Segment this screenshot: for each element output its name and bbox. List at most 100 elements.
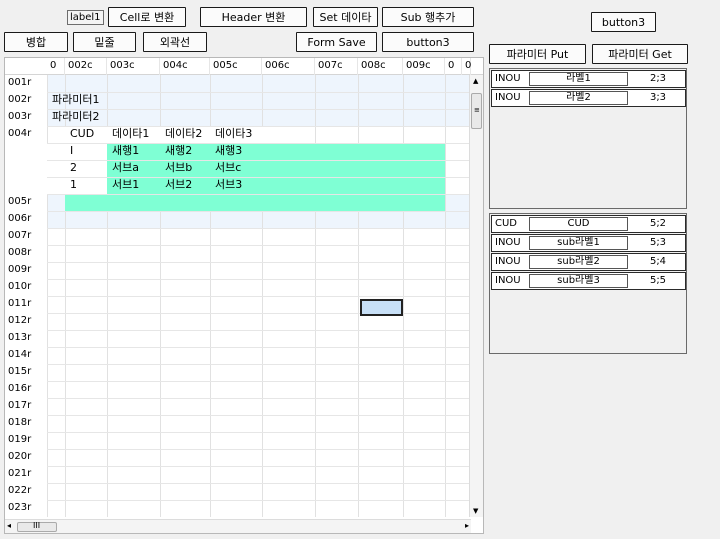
panel-row-key: CUD [495,218,518,229]
param-cell[interactable]: 파라미터1 [49,92,99,109]
panel-row[interactable]: INOU sub라벨2 5;4 [491,253,686,271]
row-header[interactable]: 001r [5,75,47,92]
sub-cell[interactable]: 서브c [212,160,241,177]
row-header[interactable]: 020r [5,449,47,466]
row-header[interactable]: 005r [5,194,47,211]
row-header[interactable]: 010r [5,279,47,296]
param-get-button[interactable]: 파라미터 Get [592,44,688,64]
panel-row-name[interactable]: sub라벨3 [529,274,628,288]
label1: label1 [67,10,104,25]
sub-cell[interactable]: 2 [67,160,77,177]
sub-cell[interactable]: I [67,143,73,160]
col-header[interactable]: 0 [445,58,462,75]
row-header[interactable]: 008r [5,245,47,262]
form-save-button[interactable]: Form Save [296,32,377,52]
grid-line [47,449,471,450]
panel-row-key: INOU [495,256,521,267]
sub-cell[interactable]: 서브b [162,160,192,177]
horizontal-scroll-thumb[interactable]: III [17,521,57,532]
sub-cell[interactable]: 새행1 [109,143,139,160]
col-header[interactable]: 007c [315,58,358,75]
panel-row-name[interactable]: 라벨2 [529,91,628,105]
row-header[interactable]: 015r [5,364,47,381]
cell-convert-button[interactable]: Cell로 변환 [108,7,186,27]
col-header[interactable]: 004c [160,58,210,75]
underline-button[interactable]: 밑줄 [73,32,136,52]
row-header[interactable]: 019r [5,432,47,449]
button3-mid[interactable]: button3 [382,32,474,52]
panel-row-value: 5;5 [649,275,667,286]
sub-cell[interactable]: 1 [67,177,77,194]
panel-row-name[interactable]: 라벨1 [529,72,628,86]
scroll-right-arrow-icon[interactable]: ▸ [465,521,469,530]
row-header[interactable]: 007r [5,228,47,245]
button3-top[interactable]: button3 [591,12,656,32]
selected-cell[interactable] [360,299,403,316]
row-header[interactable]: 009r [5,262,47,279]
grid-line [47,228,471,229]
set-data-button[interactable]: Set 데이타 [313,7,378,27]
col-header[interactable]: 0 [462,58,471,75]
panel-row-key: INOU [495,73,521,84]
col-header[interactable]: 006c [262,58,315,75]
col-header[interactable]: 002c [65,58,107,75]
grip-label: III [33,521,41,530]
row-header[interactable]: 017r [5,398,47,415]
panel-row[interactable]: INOU sub라벨1 5;3 [491,234,686,252]
sub-cell[interactable]: 서브2 [162,177,192,194]
row-header[interactable]: 013r [5,330,47,347]
sub-header-cell[interactable]: 데이타2 [162,126,202,143]
grid-line [47,398,471,399]
row-header[interactable]: 023r [5,500,47,517]
col-header[interactable]: 005c [210,58,262,75]
vertical-scroll-thumb[interactable]: ≡ [471,93,482,129]
row-header[interactable]: 006r [5,211,47,228]
panel-row[interactable]: INOU sub라벨3 5;5 [491,272,686,290]
col-header[interactable]: 008c [358,58,403,75]
panel-row-name[interactable]: CUD [529,217,628,231]
sub-grid-gutter [47,143,107,194]
sub-header-cell[interactable]: 데이타1 [109,126,149,143]
row-header[interactable]: 018r [5,415,47,432]
panel-row[interactable]: INOU 라벨1 2;3 [491,70,686,88]
panel-row-value: 3;3 [649,92,667,103]
row-header[interactable]: 021r [5,466,47,483]
sub-cell[interactable]: 서브a [109,160,139,177]
row-header[interactable]: 011r [5,296,47,313]
grid-line [47,313,471,314]
scroll-left-arrow-icon[interactable]: ◂ [7,521,11,530]
row-header[interactable]: 012r [5,313,47,330]
merge-button[interactable]: 병합 [4,32,68,52]
row-header[interactable]: 002r [5,92,47,109]
panel-row-name[interactable]: sub라벨2 [529,255,628,269]
sub-header-cell[interactable]: 데이타3 [212,126,252,143]
row-header[interactable]: 022r [5,483,47,500]
param-put-button[interactable]: 파라미터 Put [489,44,586,64]
panel-row[interactable]: CUD CUD 5;2 [491,215,686,233]
scroll-down-arrow-icon[interactable]: ▼ [473,507,478,515]
col-header[interactable]: 009c [403,58,445,75]
spreadsheet-grid[interactable]: 0 002c 003c 004c 005c 006c 007c 008c 009… [4,57,484,534]
row-header[interactable]: 003r [5,109,47,126]
horizontal-scrollbar[interactable]: ◂ III ▸ [5,519,471,533]
row-header[interactable]: 016r [5,381,47,398]
col-header[interactable]: 003c [107,58,160,75]
panel-row-key: INOU [495,275,521,286]
row-header[interactable]: 014r [5,347,47,364]
sub-add-row-button[interactable]: Sub 행추가 [382,7,474,27]
panel-row-value: 5;3 [649,237,667,248]
scroll-up-arrow-icon[interactable]: ▲ [473,77,478,85]
sub-cell[interactable]: 서브3 [212,177,242,194]
param-cell[interactable]: 파라미터2 [49,109,99,126]
vertical-scrollbar[interactable]: ▲ ≡ ▼ [469,75,483,517]
header-convert-button[interactable]: Header 변환 [200,7,307,27]
row-header[interactable]: 004r [5,126,47,143]
panel-row[interactable]: INOU 라벨2 3;3 [491,89,686,107]
panel-row-name[interactable]: sub라벨1 [529,236,628,250]
sub-cell[interactable]: 새행3 [212,143,242,160]
col-header[interactable]: 0 [47,58,65,75]
outline-button[interactable]: 외곽선 [143,32,207,52]
sub-cell[interactable]: 서브1 [109,177,139,194]
sub-header-cell[interactable]: CUD [67,126,94,143]
sub-cell[interactable]: 새행2 [162,143,192,160]
